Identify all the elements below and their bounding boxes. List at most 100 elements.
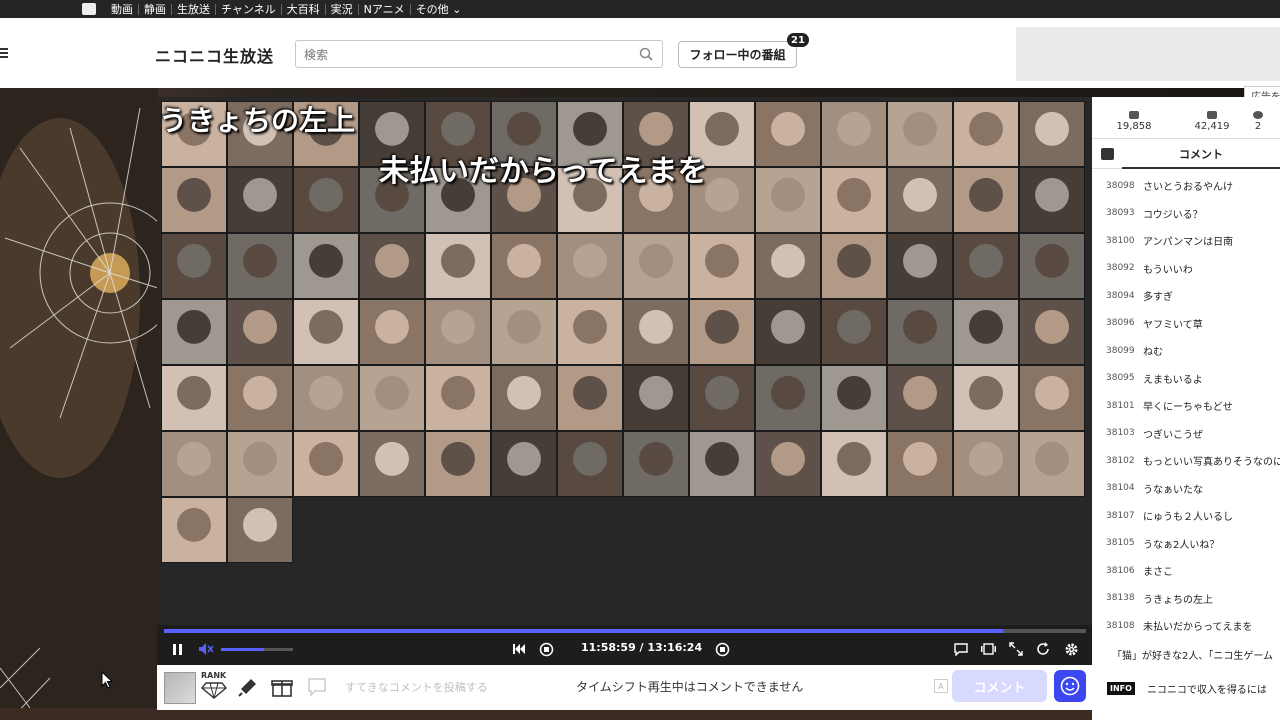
ad-count-value: 2 bbox=[1254, 121, 1262, 132]
seek-bar[interactable] bbox=[164, 629, 1086, 633]
participant-thumbnail bbox=[1019, 299, 1085, 365]
participant-thumbnail bbox=[161, 431, 227, 497]
comment-tab-icon[interactable] bbox=[1101, 148, 1114, 160]
participant-thumbnail bbox=[359, 233, 425, 299]
comment-row[interactable]: 38092 もういいわ bbox=[1092, 255, 1280, 283]
comment-row[interactable]: 38094 多すぎ bbox=[1092, 282, 1280, 310]
header-ad-banner[interactable] bbox=[1016, 27, 1280, 81]
comment-row[interactable]: 38096 ヤフミいて草 bbox=[1092, 310, 1280, 338]
nav-item-jikkyo[interactable]: 実況 bbox=[324, 3, 358, 15]
nicoad-megaphone-icon[interactable] bbox=[237, 675, 261, 699]
nav-item-live[interactable]: 生放送 bbox=[171, 3, 215, 15]
nav-item-nanime[interactable]: Nアニメ bbox=[357, 3, 410, 15]
comment-row[interactable]: 38105 うなぁ2人いね？ bbox=[1092, 530, 1280, 558]
settings-gear-icon[interactable] bbox=[1063, 641, 1079, 657]
program-marquee[interactable]: 「猫」が好きな2人、「ニコ生ゲーム bbox=[1092, 642, 1280, 667]
comment-number: 38099 bbox=[1106, 345, 1135, 356]
comment-row[interactable]: 38099 ねむ bbox=[1092, 337, 1280, 365]
comment-row[interactable]: 38101 早くにーちゃもどせ bbox=[1092, 392, 1280, 420]
site-logo[interactable]: ニコニコ生放送 bbox=[155, 43, 274, 67]
participant-thumbnail bbox=[623, 299, 689, 365]
comment-text: うなぁいたな bbox=[1143, 484, 1203, 496]
nav-item-more[interactable]: その他 ⌄ bbox=[409, 3, 467, 15]
comment-list[interactable]: 38098 さいとうおるやんけ 38093 コウジいる？ 38100 アンパンマンは日南 3… bbox=[1092, 172, 1280, 640]
participant-thumbnail bbox=[1019, 431, 1085, 497]
comment-input[interactable]: すてきなコメントを投稿する bbox=[345, 679, 488, 695]
nav-item-channel[interactable]: チャンネル bbox=[215, 3, 281, 15]
forward-10-icon[interactable] bbox=[714, 641, 730, 657]
comment-row[interactable]: 38102 もっといい写真ありそうなのに bbox=[1092, 447, 1280, 475]
participant-thumbnail bbox=[359, 299, 425, 365]
program-stats: 19,858 42,419 2 bbox=[1092, 97, 1280, 139]
pause-icon[interactable] bbox=[171, 641, 185, 657]
participant-thumbnail bbox=[689, 431, 755, 497]
comment-row[interactable]: 38106 まさこ bbox=[1092, 557, 1280, 585]
reload-icon[interactable] bbox=[1035, 641, 1051, 657]
volume-slider[interactable] bbox=[221, 648, 293, 651]
comment-text: ヤフミいて草 bbox=[1143, 319, 1203, 331]
comment-row[interactable]: 38108 未払いだからってえまを bbox=[1092, 612, 1280, 640]
comment-row[interactable]: 38104 うなぁいたな bbox=[1092, 475, 1280, 503]
info-badge: INFO bbox=[1107, 681, 1135, 695]
participant-thumbnail bbox=[161, 365, 227, 431]
participant-thumbnail bbox=[755, 365, 821, 431]
ad-count: 2 bbox=[1218, 111, 1280, 132]
participant-thumbnail bbox=[161, 299, 227, 365]
comment-number: 38095 bbox=[1106, 373, 1135, 384]
menu-icon[interactable] bbox=[0, 48, 8, 58]
comment-row[interactable]: 38095 えまもいるよ bbox=[1092, 365, 1280, 393]
search-input[interactable]: 検索 bbox=[295, 40, 663, 68]
participant-thumbnail bbox=[887, 233, 953, 299]
participant-thumbnail bbox=[887, 365, 953, 431]
comment-row[interactable]: 38100 アンパンマンは日南 bbox=[1092, 227, 1280, 255]
comment-text: うなぁ2人いね？ bbox=[1143, 539, 1220, 551]
comment-row[interactable]: 38107 にゅうも２人いるし bbox=[1092, 502, 1280, 530]
program-thumbnail[interactable] bbox=[164, 672, 196, 704]
participant-thumbnail bbox=[623, 431, 689, 497]
participant-thumbnail bbox=[557, 233, 623, 299]
gift-icon[interactable] bbox=[270, 675, 294, 699]
comment-number: 38103 bbox=[1106, 428, 1135, 439]
nav-item-dic[interactable]: 大百科 bbox=[280, 3, 325, 15]
video-screen[interactable]: うきょちの左上 未払いだからってえまを bbox=[157, 97, 1092, 625]
participant-thumbnail bbox=[293, 365, 359, 431]
participant-thumbnail bbox=[491, 299, 557, 365]
following-programs-button[interactable]: フォロー中の番組 bbox=[678, 41, 797, 68]
search-icon[interactable] bbox=[639, 47, 653, 61]
comment-row[interactable]: 38103 つぎいこうぜ bbox=[1092, 420, 1280, 448]
comment-icon bbox=[1207, 111, 1217, 119]
info-bar[interactable]: INFO ニコニコで収入を得るには bbox=[1092, 672, 1280, 704]
participant-thumbnail bbox=[227, 233, 293, 299]
mute-icon[interactable] bbox=[197, 641, 215, 657]
emotion-smiley-icon[interactable] bbox=[1054, 670, 1086, 702]
comment-toggle-icon[interactable] bbox=[953, 641, 969, 657]
participant-thumbnail bbox=[227, 497, 293, 563]
theater-mode-icon[interactable] bbox=[980, 641, 996, 657]
comment-row[interactable]: 38138 うきょちの左上 bbox=[1092, 585, 1280, 613]
participant-thumbnail bbox=[425, 233, 491, 299]
participant-thumbnail bbox=[953, 233, 1019, 299]
comment-input-bar: RANK すてきなコメントを投稿する タイムシフト再生中はコメントできません A… bbox=[157, 665, 1092, 710]
comment-submit-button[interactable]: コメント bbox=[952, 670, 1047, 702]
participant-thumbnail bbox=[755, 233, 821, 299]
comment-disabled-message: タイムシフト再生中はコメントできません bbox=[576, 680, 804, 694]
rewind-10-icon[interactable] bbox=[538, 641, 554, 657]
comment-icon[interactable] bbox=[307, 677, 327, 697]
participant-thumbnail bbox=[953, 101, 1019, 167]
participant-thumbnail bbox=[425, 365, 491, 431]
comment-text: にゅうも２人いるし bbox=[1143, 512, 1233, 524]
niconico-logo-icon[interactable] bbox=[82, 3, 96, 15]
comment-row[interactable]: 38093 コウジいる？ bbox=[1092, 200, 1280, 228]
fullscreen-icon[interactable] bbox=[1008, 641, 1024, 657]
cracked-glass-decoration bbox=[0, 88, 158, 720]
tab-comments[interactable]: コメント bbox=[1122, 141, 1280, 169]
nav-item-seiga[interactable]: 静画 bbox=[138, 3, 171, 15]
rank-diamond-icon[interactable] bbox=[201, 681, 227, 699]
comment-text: コウジいる？ bbox=[1143, 209, 1203, 221]
participant-thumbnail bbox=[755, 431, 821, 497]
video-player[interactable]: うきょちの左上 未払いだからってえまを 11:58:59 / 13:16:24 bbox=[157, 97, 1092, 710]
font-size-icon[interactable]: A bbox=[934, 679, 948, 693]
nav-item-douga[interactable]: 動画 bbox=[106, 4, 138, 15]
skip-back-icon[interactable] bbox=[511, 641, 527, 657]
comment-row[interactable]: 38098 さいとうおるやんけ bbox=[1092, 172, 1280, 200]
